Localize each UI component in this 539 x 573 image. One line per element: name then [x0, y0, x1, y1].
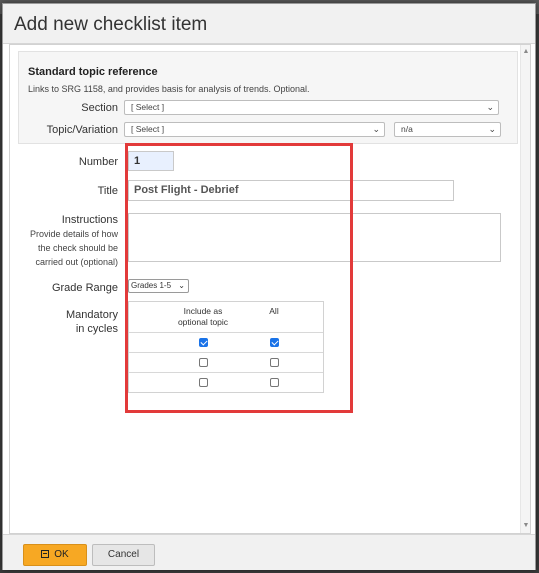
section-label: Section	[81, 102, 118, 114]
title-label: Title	[97, 185, 118, 197]
instructions-help-line: Provide details of how	[29, 229, 118, 239]
mandatory-in-cycles-label: Mandatory in cycles	[30, 308, 118, 336]
number-label: Number	[78, 156, 118, 168]
topic-select-value: [ Select ]	[131, 124, 165, 134]
chevron-down-icon: ⌄	[486, 102, 494, 112]
chevron-down-icon: ⌄	[488, 124, 496, 134]
add-checklist-item-dialog: Add new checklist item Standard topic re…	[2, 3, 536, 570]
grade-range-label: Grade Range	[51, 282, 118, 294]
vertical-scrollbar[interactable]: ▲ ▼	[520, 45, 530, 533]
section-select-value: [ Select ]	[131, 102, 165, 112]
ok-button[interactable]: OK	[23, 544, 87, 566]
topic-select[interactable]: [ Select ] ⌄	[124, 122, 385, 137]
highlight-annotation-box	[125, 143, 353, 413]
section-select[interactable]: [ Select ] ⌄	[124, 100, 499, 115]
standard-topic-heading: Standard topic reference	[28, 66, 158, 78]
mandatory-label-line: Mandatory	[66, 309, 118, 321]
instructions-help-line: carried out (optional)	[35, 257, 118, 267]
cancel-button[interactable]: Cancel	[92, 544, 155, 566]
mandatory-label-line: in cycles	[75, 323, 118, 335]
chevron-down-icon: ⌄	[372, 124, 380, 134]
variation-select-value: n/a	[401, 124, 413, 134]
dialog-footer: OK Cancel	[3, 534, 535, 570]
instructions-help: Provide details of how the check should …	[14, 227, 118, 269]
topic-variation-label: Topic/Variation	[46, 124, 118, 136]
ok-button-label: OK	[54, 549, 69, 560]
dialog-header: Add new checklist item	[3, 4, 535, 44]
scroll-up-arrow-icon[interactable]: ▲	[522, 47, 530, 57]
save-icon	[41, 550, 50, 558]
instructions-help-line: the check should be	[37, 243, 118, 253]
standard-topic-description: Links to SRG 1158, and provides basis fo…	[28, 84, 310, 94]
dialog-title: Add new checklist item	[14, 14, 208, 35]
instructions-label: Instructions	[61, 214, 118, 226]
variation-select[interactable]: n/a ⌄	[394, 122, 501, 137]
dialog-body: Standard topic reference Links to SRG 11…	[9, 44, 531, 534]
scroll-down-arrow-icon[interactable]: ▼	[522, 521, 530, 531]
